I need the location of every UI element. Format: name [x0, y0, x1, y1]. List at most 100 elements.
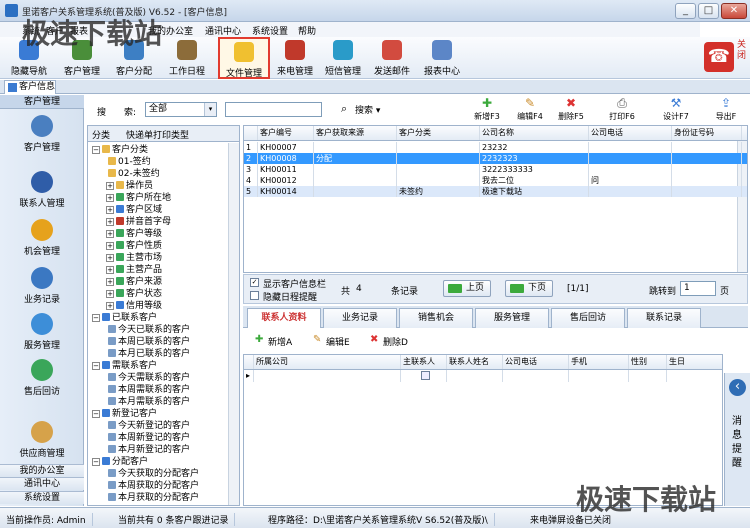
contact-column-header[interactable]: 公司电话	[503, 355, 569, 369]
action-button-5[interactable]: ⇪ 导出F	[706, 97, 746, 123]
expand-icon[interactable]: +	[106, 218, 114, 226]
expand-icon[interactable]: +	[106, 194, 114, 202]
tree-node[interactable]: 本月新登记的客户	[106, 444, 190, 456]
collapse-icon[interactable]: −	[92, 362, 100, 370]
toolbar-sms-button[interactable]: 短信管理	[320, 37, 366, 79]
tree-node[interactable]: 本周新登记的客户	[106, 432, 190, 444]
sidebar-item-chat[interactable]: 售后回访	[0, 357, 84, 403]
sidebar-item-service[interactable]: 服务管理	[0, 311, 84, 357]
table-row[interactable]: 3 KH00011 3222333333	[244, 164, 747, 175]
contact-column-header[interactable]: 手机	[569, 355, 629, 369]
column-header[interactable]: 公司电话	[589, 126, 672, 140]
tree-node[interactable]: + 客户区域	[106, 204, 162, 216]
tree-node[interactable]: 今天需联系的客户	[106, 372, 190, 384]
sidebar-footer-2[interactable]: 系统设置	[0, 491, 84, 504]
tree-node[interactable]: + 信用等级	[106, 300, 162, 312]
expand-icon[interactable]: +	[106, 302, 114, 310]
message-panel[interactable]: ‹ 消息提醒	[724, 373, 750, 506]
tree-node[interactable]: 02-未签约	[106, 168, 160, 180]
column-header[interactable]: 客户编号	[258, 126, 314, 140]
tree-node[interactable]: + 客户来源	[106, 276, 162, 288]
collapse-icon[interactable]: −	[92, 314, 100, 322]
hide-schedule-checkbox[interactable]	[250, 291, 259, 300]
menu-help[interactable]: 帮助	[298, 24, 316, 37]
contact-column-header[interactable]: 生日	[667, 355, 722, 369]
column-header[interactable]: 客户获取来源	[314, 126, 397, 140]
tree-node[interactable]: 本周需联系的客户	[106, 384, 190, 396]
toolbar-mail-button[interactable]: 发送邮件	[368, 37, 416, 79]
show-info-checkbox[interactable]: ✓	[250, 278, 259, 287]
tree-node[interactable]: + 操作员	[106, 180, 153, 192]
tree-node[interactable]: 今天获取的分配客户	[106, 468, 199, 480]
collapse-icon[interactable]: −	[92, 410, 100, 418]
search-input[interactable]	[225, 102, 322, 117]
tree-node[interactable]: + 主营产品	[106, 264, 162, 276]
column-header[interactable]: 公司名称	[480, 126, 589, 140]
action-button-0[interactable]: ✚ 新增F3	[470, 97, 504, 123]
toolbar-chart-button[interactable]: 报表中心	[418, 37, 466, 79]
action-button-1[interactable]: ✎ 编辑F4	[513, 97, 547, 123]
menu-comm[interactable]: 通讯中心	[205, 24, 241, 37]
tree-node[interactable]: 01-签约	[106, 156, 151, 168]
sidebar-header[interactable]: 客户管理	[0, 95, 84, 109]
search-field-select[interactable]: 全部 ▾	[145, 102, 217, 117]
collapse-icon[interactable]: ‹	[729, 379, 746, 396]
contact-column-header[interactable]: 性别	[629, 355, 667, 369]
expand-icon[interactable]: +	[106, 266, 114, 274]
detail-tab-5[interactable]: 联系记录	[627, 308, 701, 328]
sidebar-item-users[interactable]: 客户管理	[0, 113, 84, 159]
detail-tool-2[interactable]: ✖ 删除D	[370, 335, 408, 349]
prev-page-button[interactable]: 上页	[443, 280, 491, 297]
tree-node[interactable]: − 已联系客户	[92, 312, 157, 324]
table-row[interactable]: 2 KH00008 分配 2232323	[244, 153, 747, 164]
tree-node[interactable]: 本月获取的分配客户	[106, 492, 199, 504]
main-contact-checkbox[interactable]	[421, 371, 430, 380]
maximize-button[interactable]: □	[698, 3, 719, 19]
tree-node[interactable]: 本月需联系的客户	[106, 396, 190, 408]
tree-node[interactable]: + 拼音首字母	[106, 216, 171, 228]
tree-scrollbar[interactable]	[228, 143, 239, 505]
tree-node[interactable]: − 新登记客户	[92, 408, 157, 420]
contact-column-header[interactable]	[244, 355, 254, 369]
tab-express-print[interactable]: 快递单打印类型	[126, 128, 189, 141]
next-page-button[interactable]: 下页	[505, 280, 553, 297]
expand-icon[interactable]: +	[106, 242, 114, 250]
tree-node[interactable]: − 客户分类	[92, 144, 148, 156]
detail-tab-3[interactable]: 服务管理	[475, 308, 549, 328]
search-button[interactable]: ⌕ 搜索 ▾	[341, 102, 380, 116]
toolbar-folder-button[interactable]: 文件管理	[218, 37, 270, 79]
tab-customer-info[interactable]: 客户信息	[4, 80, 56, 94]
table-row[interactable]: 5 KH00014 未签约 极速下载站	[244, 186, 747, 197]
contact-new-row[interactable]: ▸	[244, 370, 722, 382]
tree-node[interactable]: + 客户所在地	[106, 192, 171, 204]
contact-column-header[interactable]: 所属公司	[254, 355, 401, 369]
sidebar-item-supplier[interactable]: 供应商管理	[0, 419, 84, 465]
action-button-4[interactable]: ⚒ 设计F7	[656, 97, 696, 123]
tree-node[interactable]: + 主营市场	[106, 252, 162, 264]
tree-node[interactable]: 本周已联系的客户	[106, 336, 190, 348]
tree-node[interactable]: + 客户性质	[106, 240, 162, 252]
menu-settings[interactable]: 系统设置	[252, 24, 288, 37]
column-header[interactable]	[244, 126, 258, 140]
sidebar-footer-1[interactable]: 通讯中心	[0, 477, 84, 490]
tree-node[interactable]: − 需联系客户	[92, 360, 157, 372]
detail-tab-0[interactable]: 联系人资料	[247, 308, 321, 328]
contact-column-header[interactable]: 主联系人	[401, 355, 447, 369]
expand-icon[interactable]: +	[106, 254, 114, 262]
hotline-widget[interactable]: ☎ 关 闭	[704, 40, 748, 76]
sidebar-item-record[interactable]: 业务记录	[0, 265, 84, 311]
tree-node[interactable]: 今天已联系的客户	[106, 324, 190, 336]
collapse-icon[interactable]: −	[92, 458, 100, 466]
detail-tab-4[interactable]: 售后回访	[551, 308, 625, 328]
detail-tool-1[interactable]: ✎ 编辑E	[313, 335, 350, 349]
detail-tab-1[interactable]: 业务记录	[323, 308, 397, 328]
tree-node[interactable]: 本周获取的分配客户	[106, 480, 199, 492]
expand-icon[interactable]: +	[106, 230, 114, 238]
sidebar-item-contact[interactable]: 联系人管理	[0, 169, 84, 215]
close-button[interactable]: ✕	[721, 3, 747, 19]
tree-node[interactable]: 本月已联系的客户	[106, 348, 190, 360]
expand-icon[interactable]: +	[106, 182, 114, 190]
tree-node[interactable]: + 客户等级	[106, 228, 162, 240]
expand-icon[interactable]: +	[106, 206, 114, 214]
expand-icon[interactable]: +	[106, 278, 114, 286]
